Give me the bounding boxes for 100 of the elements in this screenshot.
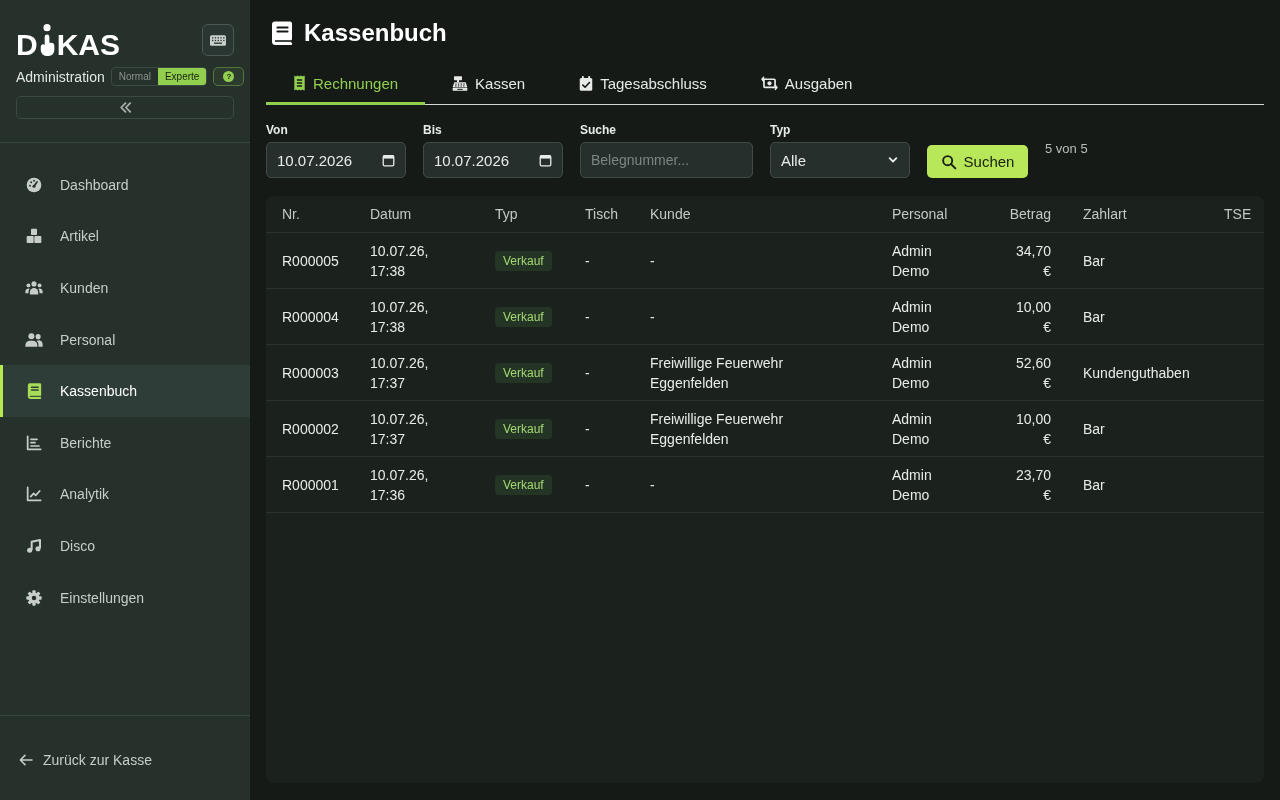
help-button[interactable]: ? [213,67,245,86]
column-header: Personal [891,206,949,222]
nav-item[interactable]: Dashboard [0,159,250,211]
table-cell-text: 34,70 € [1014,241,1052,281]
table-cell-text: R000005 [281,251,340,271]
boxes-icon [26,228,42,245]
mode-option[interactable]: Experte [157,68,207,85]
book-icon [26,383,42,400]
table-cell-text: Freiwillige Feuerwehr Eggenfelden [649,353,785,393]
people-icon [25,330,43,349]
field-label: Bis [423,123,443,137]
keyboard-button[interactable] [202,24,234,56]
nav-item[interactable]: Kassenbuch [0,365,250,417]
date-field[interactable]: 10.07.2026 [266,142,406,178]
table-cell-text: 23,70 € [1014,465,1052,505]
table-cell-text: Freiwillige Feuerwehr Eggenfelden [649,409,785,449]
table-cell-text: 10.07.26, 17:38 [369,241,430,281]
tab[interactable]: Rechnungen [266,64,426,105]
table-cell-text: Admin Demo [891,241,933,281]
users-icon [25,279,43,297]
bar-chart-icon [26,434,42,451]
table-cell-text: 52,60 € [1014,353,1052,393]
column-header: Zahlart [1082,206,1128,222]
music-note-icon [26,537,42,554]
calendar-icon [539,153,552,167]
subtitle: Administration [16,68,105,85]
nav-item[interactable]: Berichte [0,416,250,469]
column-header: TSE [1223,206,1253,222]
table-cell-text: - [584,363,591,383]
date-field[interactable]: 10.07.2026 [423,142,563,178]
table-cell-text: - [584,475,591,495]
nav-item[interactable]: Einstellungen [0,571,250,624]
nav-item[interactable]: Kunden [0,262,250,314]
column-header: Datum [369,206,413,222]
nav-item[interactable]: Artikel [0,210,250,263]
back-link[interactable]: Zurück zur Kasse [18,752,152,768]
table-cell-text: R000002 [281,419,340,439]
table-cell-text: - [584,307,591,327]
arrow-left-icon [18,752,34,768]
logo-text: KAS [56,33,120,56]
search-icon [940,153,957,170]
table-cell-text: 10.07.26, 17:37 [369,353,430,393]
column-header: Nr. [281,206,301,222]
field-label: Von [266,123,289,137]
column-header: Tisch [584,206,619,222]
page-title: Kassenbuch [304,18,447,48]
field-label: Typ [770,123,792,137]
logo-text: D [16,33,38,56]
settings-icon [26,589,42,606]
receipt-icon [293,75,306,91]
result-count: 5 von 5 [1045,141,1088,157]
tab[interactable]: Ausgaben [733,64,880,105]
table-cell-text: 10,00 € [1014,409,1052,449]
mode-option[interactable]: Normal [111,68,158,85]
search-field[interactable]: Belegnummer... [580,142,753,178]
cash-register-icon [452,75,469,91]
nav-item[interactable]: Personal [0,313,250,366]
table-cell-text: R000003 [281,363,340,383]
chevrons-left-icon [118,102,132,113]
tab[interactable]: Tagesabschluss [552,64,734,105]
type-badge: Verkauf [495,363,552,383]
table-cell-text: - [584,251,591,271]
type-dropdown[interactable]: Alle [770,142,910,178]
table-cell-text: Bar [1082,419,1106,439]
line-chart-icon [26,486,42,503]
table-cell-text: - [649,475,656,495]
table-cell-text: Bar [1082,475,1106,495]
table-cell-text: 10.07.26, 17:38 [369,297,430,337]
calendar-check-icon [579,75,594,91]
table-cell-text: 10,00 € [1014,297,1052,337]
column-header: Betrag [1008,206,1052,222]
table-cell-text: R000001 [281,475,340,495]
table-cell-text: Admin Demo [891,465,933,505]
table-cell-text: 10.07.26, 17:37 [369,409,430,449]
type-badge: Verkauf [495,251,552,271]
table-cell-text: - [584,419,591,439]
calendar-icon [382,153,395,167]
book-icon [271,21,293,45]
nav-item[interactable]: Disco [0,520,250,572]
table-cell-text: Admin Demo [891,297,933,337]
table-cell-text: Bar [1082,251,1106,271]
banknote-arrows-icon [760,75,778,91]
finger-pointer-icon [39,24,55,56]
type-badge: Verkauf [495,419,552,439]
table-cell-text: - [649,251,656,271]
type-badge: Verkauf [495,475,552,495]
field-label: Suche [580,123,617,137]
table-cell-text: Bar [1082,307,1106,327]
column-header: Typ [494,206,519,222]
column-header: Kunde [649,206,692,222]
table-cell-text: Kundenguthaben [1082,363,1191,383]
table-cell-text: 10.07.26, 17:36 [369,465,430,505]
nav-item[interactable]: Analytik [0,468,250,521]
keyboard-icon [210,34,226,46]
tab[interactable]: Kassen [425,64,553,105]
table-cell-text: Admin Demo [891,353,933,393]
table-cell-text: R000004 [281,307,340,327]
table-cell-text: Admin Demo [891,409,933,449]
table-cell-text: - [649,307,656,327]
search-button[interactable]: Suchen [927,145,1028,178]
